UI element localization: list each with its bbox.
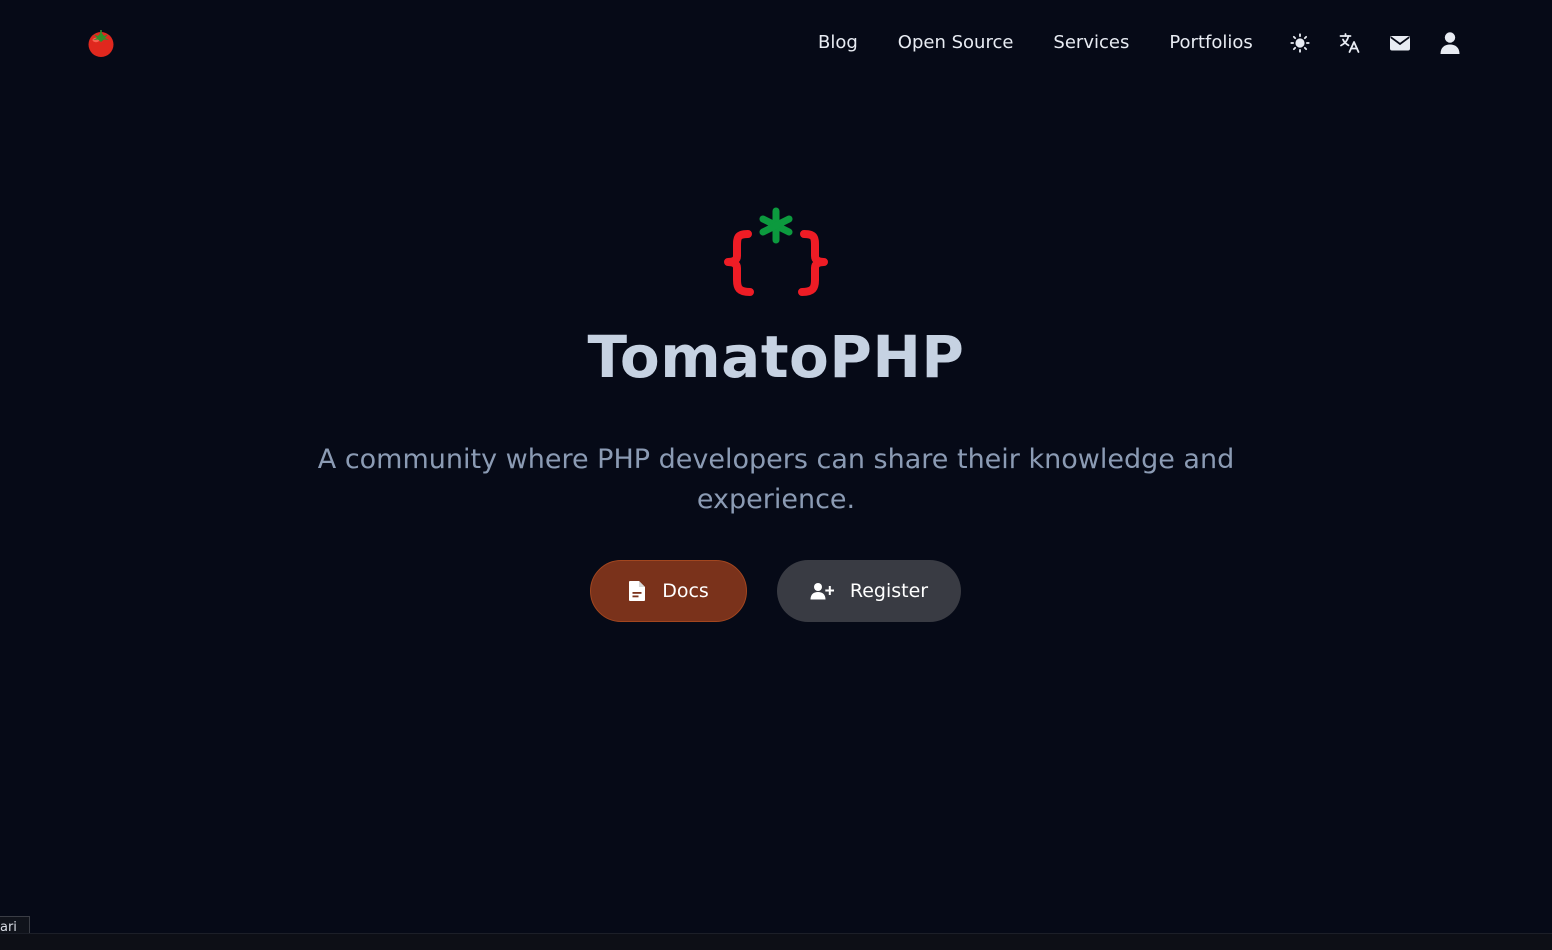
user-icon	[1440, 32, 1460, 54]
header-actions	[1286, 29, 1464, 57]
hero-subtitle: A community where PHP developers can sha…	[317, 444, 1235, 515]
nav-link-portfolios[interactable]: Portfolios	[1169, 30, 1252, 56]
contact-button[interactable]	[1386, 29, 1414, 57]
tomato-emoji-icon[interactable]	[86, 28, 116, 58]
nav-link-blog[interactable]: Blog	[818, 30, 858, 56]
account-button[interactable]	[1436, 29, 1464, 57]
user-plus-icon	[810, 582, 834, 600]
hero-title: TomatoPHP	[587, 323, 965, 391]
language-button[interactable]	[1336, 29, 1364, 57]
mail-icon	[1390, 36, 1410, 51]
sun-icon	[1290, 33, 1310, 53]
tomato-braces-logo-icon	[720, 204, 832, 300]
docs-button[interactable]: Docs	[590, 560, 747, 622]
document-icon	[628, 580, 646, 602]
register-button-label: Register	[849, 580, 929, 602]
main-nav: Blog Open Source Services Portfolios	[818, 30, 1253, 56]
theme-toggle-button[interactable]	[1286, 29, 1314, 57]
hero-actions: Docs Register	[590, 560, 961, 622]
bottom-bar	[0, 933, 1552, 950]
nav-link-services[interactable]: Services	[1053, 30, 1129, 56]
page: Blog Open Source Services Portfolios Tom…	[0, 0, 1552, 950]
register-button[interactable]: Register	[777, 560, 961, 622]
translate-icon	[1339, 33, 1360, 53]
nav-link-open-source[interactable]: Open Source	[898, 30, 1014, 56]
docs-button-label: Docs	[662, 580, 709, 602]
site-header: Blog Open Source Services Portfolios	[0, 0, 1552, 86]
